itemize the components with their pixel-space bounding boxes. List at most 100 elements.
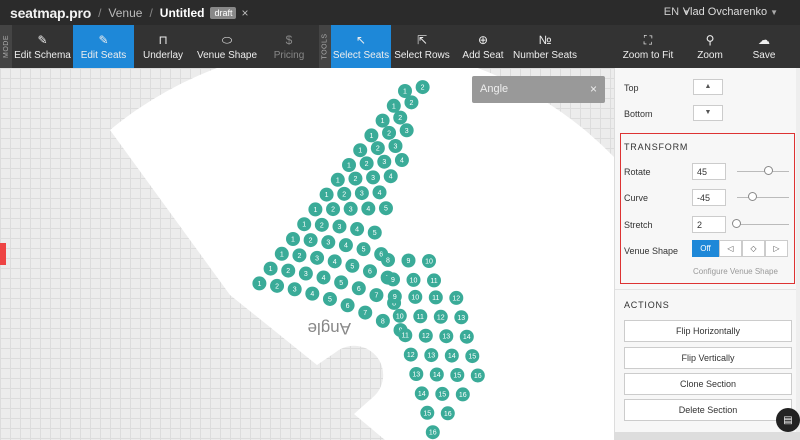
seat[interactable]: 3: [399, 123, 414, 138]
number-seats-button[interactable]: № Number Seats: [513, 25, 577, 68]
zoom-button[interactable]: ⚲ Zoom: [683, 25, 737, 68]
document-title[interactable]: Untitled: [160, 6, 205, 20]
breadcrumb-venue[interactable]: Venue: [108, 6, 142, 20]
user-menu[interactable]: Vlad Ovcharenko ▼: [683, 6, 778, 18]
seat[interactable]: 1: [364, 128, 379, 143]
rotate-slider-track[interactable]: [737, 171, 789, 172]
seat[interactable]: 15: [420, 405, 435, 420]
seat[interactable]: 2: [292, 248, 307, 263]
seat[interactable]: 1: [342, 158, 356, 172]
edit-schema-button[interactable]: ✎ Edit Schema: [12, 25, 73, 68]
edit-seats-button[interactable]: ✎ Edit Seats: [73, 25, 134, 68]
seat[interactable]: 6: [340, 298, 355, 313]
delete-section-button[interactable]: Delete Section: [624, 399, 792, 421]
seat[interactable]: 6: [351, 281, 366, 296]
seat[interactable]: 1: [252, 276, 267, 291]
seat[interactable]: 4: [361, 201, 376, 216]
shape-left-icon[interactable]: ◁: [719, 240, 742, 257]
rotate-input[interactable]: 45: [692, 163, 726, 180]
seat[interactable]: 16: [425, 425, 440, 440]
stretch-slider-thumb[interactable]: [732, 219, 741, 228]
seat[interactable]: 1: [386, 98, 401, 113]
chat-icon[interactable]: ▤: [776, 408, 800, 432]
panel-scrollbar[interactable]: [796, 68, 800, 440]
seat[interactable]: 4: [383, 169, 398, 184]
add-seat-button[interactable]: ⊕ Add Seat: [453, 25, 513, 68]
seat[interactable]: 1: [297, 217, 312, 232]
zoom-to-fit-button[interactable]: ⛶ Zoom to Fit: [613, 25, 683, 68]
seat[interactable]: 2: [281, 263, 296, 278]
seat[interactable]: 1: [308, 202, 323, 217]
seat[interactable]: 2: [404, 95, 419, 110]
curve-input[interactable]: -45: [692, 189, 726, 206]
flip-vertically-button[interactable]: Flip Vertically: [624, 347, 792, 369]
seat[interactable]: 12: [433, 309, 448, 324]
seat[interactable]: 3: [332, 219, 347, 234]
seat[interactable]: 3: [287, 282, 302, 297]
seat[interactable]: 1: [375, 113, 390, 128]
seat[interactable]: 4: [327, 254, 342, 269]
select-rows-button[interactable]: ⇱ Select Rows: [391, 25, 453, 68]
seat[interactable]: 14: [414, 386, 429, 401]
seat[interactable]: 16: [470, 368, 485, 383]
seat[interactable]: 11: [398, 328, 413, 343]
seat[interactable]: 7: [358, 305, 373, 320]
seat[interactable]: 3: [298, 266, 313, 281]
rotate-slider-thumb[interactable]: [764, 166, 773, 175]
seat[interactable]: 5: [334, 275, 349, 290]
venue-canvas[interactable]: Angle 1212121231231234123412341234512345…: [0, 68, 614, 440]
seat[interactable]: 10: [408, 289, 423, 304]
seat[interactable]: 1: [319, 187, 334, 202]
seat[interactable]: 3: [377, 154, 392, 169]
seat[interactable]: 1: [263, 261, 278, 276]
seat[interactable]: 5: [367, 225, 382, 240]
seat[interactable]: 13: [454, 310, 469, 325]
seat[interactable]: 4: [338, 238, 353, 253]
seat[interactable]: 3: [343, 201, 358, 216]
seat[interactable]: 9: [401, 253, 416, 268]
seat[interactable]: 2: [270, 278, 285, 293]
curve-slider-thumb[interactable]: [748, 192, 757, 201]
seat[interactable]: 8: [381, 253, 395, 267]
side-panel-toggle[interactable]: [0, 243, 6, 265]
seat[interactable]: 2: [303, 233, 318, 248]
move-bottom-button[interactable]: ▼: [693, 105, 723, 121]
seat[interactable]: 11: [428, 290, 443, 305]
seat[interactable]: 8: [375, 313, 390, 328]
seat[interactable]: 11: [427, 273, 441, 288]
seat[interactable]: 2: [348, 171, 363, 186]
flip-horizontally-button[interactable]: Flip Horizontally: [624, 320, 792, 342]
seat[interactable]: 14: [444, 348, 459, 363]
seat[interactable]: 5: [378, 201, 393, 216]
seat[interactable]: 4: [305, 286, 320, 301]
seat[interactable]: 4: [394, 153, 409, 168]
seat[interactable]: 7: [369, 288, 384, 303]
seat[interactable]: 1: [330, 172, 345, 187]
shape-right-icon[interactable]: ▷: [765, 240, 788, 257]
seat[interactable]: 3: [366, 170, 381, 185]
move-top-button[interactable]: ▲: [693, 79, 723, 95]
seat[interactable]: 1: [274, 246, 289, 261]
seat[interactable]: 2: [359, 156, 374, 171]
seat[interactable]: 10: [406, 272, 421, 287]
close-icon[interactable]: ×: [590, 82, 597, 96]
seat[interactable]: 12: [418, 328, 433, 343]
seat[interactable]: 16: [455, 387, 470, 402]
seat[interactable]: 15: [450, 368, 465, 382]
seat[interactable]: 3: [388, 139, 403, 153]
underlay-button[interactable]: ⊓ Underlay: [134, 25, 192, 68]
seat[interactable]: 2: [326, 202, 341, 217]
curve-slider-track[interactable]: [737, 197, 789, 198]
seat[interactable]: 4: [350, 222, 365, 237]
select-seats-button[interactable]: ↖ Select Seats: [331, 25, 391, 68]
seat[interactable]: 6: [363, 264, 377, 279]
seat[interactable]: 11: [413, 309, 428, 324]
seat[interactable]: 14: [429, 367, 444, 382]
stretch-input[interactable]: 2: [692, 216, 726, 233]
shape-center-icon[interactable]: ◇: [742, 240, 765, 257]
seat[interactable]: 14: [459, 329, 474, 344]
seat[interactable]: 5: [345, 258, 360, 273]
close-document-icon[interactable]: ×: [241, 6, 248, 20]
configure-venue-shape-link[interactable]: Configure Venue Shape: [693, 267, 778, 276]
stretch-slider-track[interactable]: [733, 224, 789, 225]
